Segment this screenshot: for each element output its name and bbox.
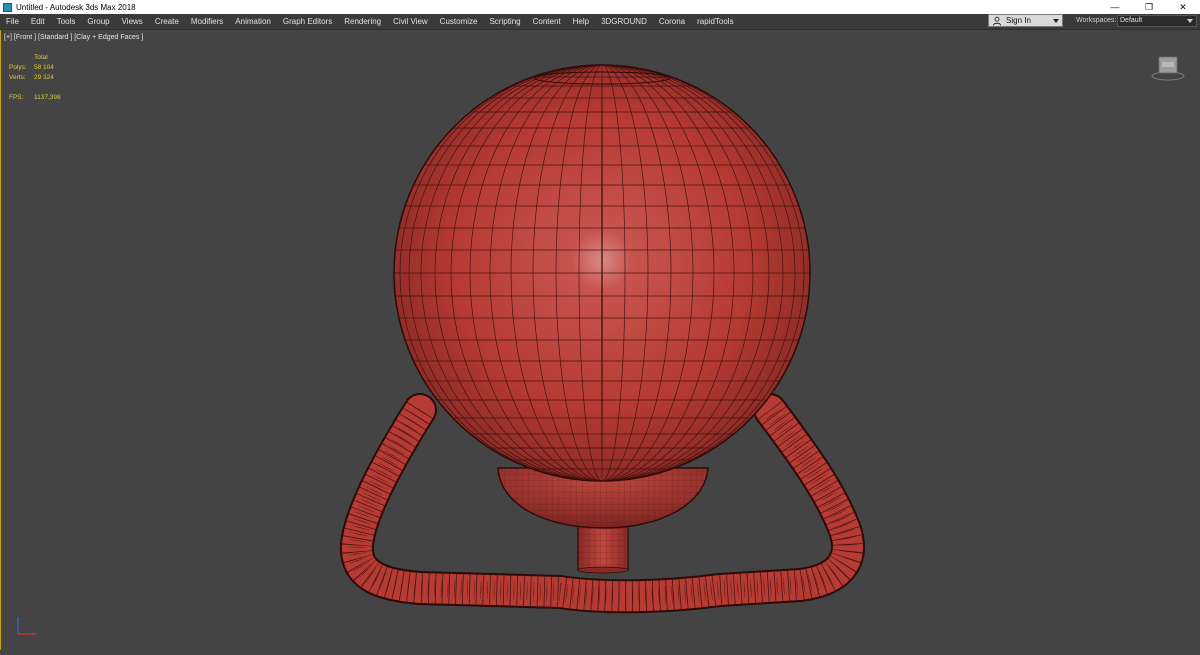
menu-create[interactable]: Create xyxy=(149,17,185,26)
viewcube-icon[interactable] xyxy=(1150,54,1186,84)
user-icon xyxy=(992,16,1002,26)
menu-content[interactable]: Content xyxy=(527,17,567,26)
menu-graph-editors[interactable]: Graph Editors xyxy=(277,17,338,26)
menu-corona[interactable]: Corona xyxy=(653,17,691,26)
close-button[interactable]: ✕ xyxy=(1166,0,1200,14)
viewport-label-menu[interactable]: [+] [Front ] [Standard ] [Clay + Edged F… xyxy=(4,34,143,41)
stats-polys-value: 58 104 xyxy=(34,64,54,71)
menu-rapidtools[interactable]: rapidTools xyxy=(691,17,739,26)
menu-modifiers[interactable]: Modifiers xyxy=(185,17,229,26)
title-bar: Untitled - Autodesk 3ds Max 2018 — ❐ ✕ xyxy=(0,0,1200,14)
workspaces-value: Default xyxy=(1120,17,1143,24)
viewport-front[interactable] xyxy=(0,30,1200,650)
menu-edit[interactable]: Edit xyxy=(25,17,51,26)
main-sphere xyxy=(393,64,811,482)
maximize-button[interactable]: ❐ xyxy=(1132,0,1166,14)
window-controls: — ❐ ✕ xyxy=(1098,0,1200,14)
stats-fps-value: 1137,398 xyxy=(34,94,61,101)
menu-help[interactable]: Help xyxy=(567,17,595,26)
menu-views[interactable]: Views xyxy=(116,17,149,26)
viewport-active-border xyxy=(0,30,1,650)
sign-in-label: Sign In xyxy=(1006,16,1031,25)
menu-3dground[interactable]: 3DGROUND xyxy=(595,17,653,26)
stats-verts-value: 29 324 xyxy=(34,74,54,81)
workspaces-label: Workspaces: xyxy=(1076,17,1117,24)
axis-tripod-icon xyxy=(17,617,36,635)
stats-polys-label: Polys: xyxy=(9,64,27,71)
menu-rendering[interactable]: Rendering xyxy=(338,17,387,26)
sign-in-dropdown[interactable]: Sign In xyxy=(988,14,1063,27)
app-icon xyxy=(3,2,12,12)
window-title: Untitled - Autodesk 3ds Max 2018 xyxy=(16,2,136,12)
stats-verts-label: Verts: xyxy=(9,74,26,81)
minimize-button[interactable]: — xyxy=(1098,0,1132,14)
chevron-down-icon xyxy=(1187,19,1193,23)
menu-civil-view[interactable]: Civil View xyxy=(387,17,434,26)
stats-total-header: Total xyxy=(34,54,48,61)
menu-animation[interactable]: Animation xyxy=(229,17,277,26)
scene-render xyxy=(339,64,865,614)
stats-fps-label: FPS: xyxy=(9,94,24,101)
menu-customize[interactable]: Customize xyxy=(434,17,484,26)
menu-group[interactable]: Group xyxy=(81,17,115,26)
menu-scripting[interactable]: Scripting xyxy=(483,17,526,26)
chevron-down-icon xyxy=(1053,19,1059,23)
menu-file[interactable]: File xyxy=(0,17,25,26)
workspaces-select[interactable]: Default xyxy=(1117,15,1197,27)
menu-tools[interactable]: Tools xyxy=(51,17,82,26)
